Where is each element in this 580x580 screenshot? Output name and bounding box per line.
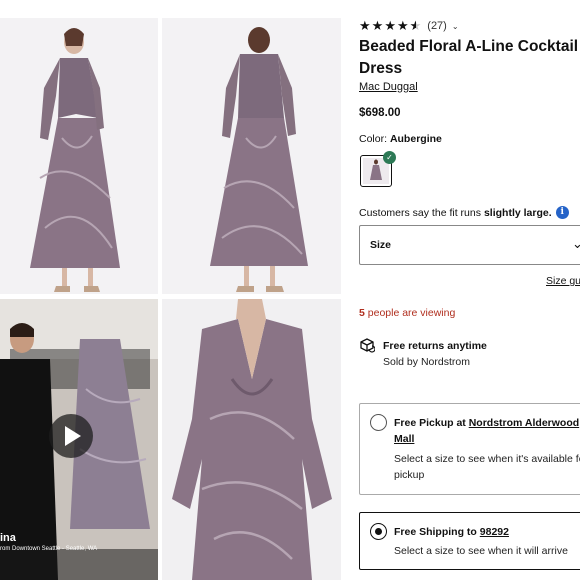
color-value: Aubergine	[389, 133, 442, 145]
rating-summary[interactable]: ★ ★ ★ ★ ★ (27) ⌄	[359, 18, 459, 34]
brand-link[interactable]: Mac Duggal	[359, 81, 418, 93]
shipping-description: Select a size to see when it will arrive	[394, 545, 568, 557]
product-image-detail[interactable]	[162, 299, 341, 580]
product-info-panel: ★ ★ ★ ★ ★ (27) ⌄ Beaded Floral A-Line Co…	[359, 0, 580, 580]
pickup-option-card[interactable]: Free Pickup at Nordstrom Alderwood Mall …	[359, 403, 580, 495]
viewing-count: 5	[359, 307, 365, 319]
color-label: Color:	[359, 133, 388, 145]
size-guide-link[interactable]: Size guide	[546, 275, 580, 287]
product-image-back[interactable]	[162, 18, 341, 294]
color-selection-label: Color: Aubergine	[359, 133, 442, 145]
size-dropdown[interactable]: Size ⌄	[359, 225, 580, 265]
sold-by-text: Sold by Nordstrom	[383, 356, 470, 368]
shipping-zip-link[interactable]: 98292	[480, 526, 509, 538]
rating-count: (27)	[427, 20, 447, 32]
pickup-title-prefix: Free Pickup at	[394, 417, 466, 429]
video-reviewer-name: ina	[0, 532, 16, 544]
fit-emphasis: slightly large.	[483, 206, 552, 219]
product-title: Beaded Floral A-Line Cocktail Dress	[359, 38, 579, 77]
free-returns-title: Free returns anytime	[383, 340, 487, 352]
check-icon: ✓	[383, 151, 396, 164]
product-price: $698.00	[359, 107, 401, 119]
fit-advice: Customers say the fit runs slightly larg…	[359, 206, 569, 219]
chevron-down-icon: ⌄	[451, 21, 459, 31]
pickup-description: Select a size to see when it's available…	[394, 453, 580, 481]
star-icon: ★	[359, 18, 371, 33]
play-icon	[65, 426, 81, 446]
chevron-down-icon: ⌄	[572, 236, 580, 251]
shipping-title-prefix: Free Shipping to	[394, 526, 477, 538]
star-half-icon: ★	[410, 19, 422, 34]
fit-prefix: Customers say the fit runs	[359, 206, 481, 219]
viewing-text: people are viewing	[367, 307, 456, 319]
returns-box-icon	[360, 338, 375, 353]
shipping-radio[interactable]	[370, 523, 387, 540]
pickup-title: Free Pickup at Nordstrom Alderwood Mall	[394, 415, 580, 447]
shipping-title: Free Shipping to 98292	[394, 524, 580, 540]
star-icon: ★	[384, 18, 396, 33]
star-icon: ★	[371, 18, 384, 33]
product-image-gallery: ina rom Downtown Seattle - Seattle, WA	[0, 0, 345, 580]
viewing-count-notice: 5 people are viewing	[359, 307, 455, 319]
rating-stars: ★ ★ ★ ★ ★	[359, 18, 422, 34]
shipping-option-card[interactable]: Free Shipping to 98292 Select a size to …	[359, 512, 580, 570]
video-play-button[interactable]	[49, 414, 93, 458]
star-icon: ★	[396, 18, 409, 33]
product-image-front[interactable]	[0, 18, 158, 294]
size-dropdown-label: Size	[370, 239, 392, 251]
pickup-radio[interactable]	[370, 414, 387, 431]
info-icon[interactable]: i	[555, 206, 569, 219]
video-reviewer-location: rom Downtown Seattle - Seattle, WA	[0, 546, 98, 552]
